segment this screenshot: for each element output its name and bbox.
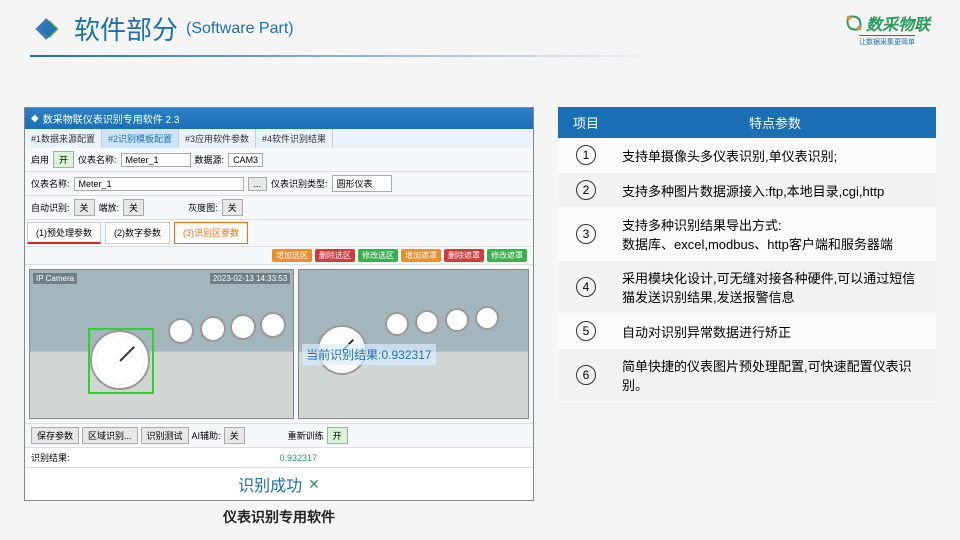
area-recognize-button[interactable]: 区域识别... [82, 427, 138, 444]
toolbar-2: 仪表名称: Meter_1 ... 仪表识别类型: 圆形仪表 [25, 172, 533, 196]
camera-timestamp: 2023-02-13 14:33:53 [210, 273, 290, 284]
row-text: 简单快捷的仪表图片预处理配置,可快速配置仪表识别。 [614, 349, 936, 402]
main-tab[interactable]: #2识别模板配置 [102, 129, 179, 148]
row-number: 4 [558, 261, 614, 314]
datasource-label: 数据源: [195, 153, 225, 166]
gray-toggle[interactable]: 关 [222, 199, 243, 216]
row-number: 6 [558, 349, 614, 402]
main-tab[interactable]: #1数据来源配置 [25, 129, 102, 148]
ai-toggle[interactable]: 关 [224, 427, 245, 444]
auto-toggle[interactable]: 关 [74, 199, 95, 216]
features-column: 项目 特点参数 1支持单摄像头多仪表识别,单仪表识别;2支持多种图片数据源接入:… [558, 107, 936, 533]
main-tab[interactable]: #4软件识别结果 [256, 129, 333, 148]
brand-sub: 让数据采集更简单 [859, 35, 915, 47]
content-row: ◆ 数采物联仪表识别专用软件 2.3 #1数据来源配置#2识别模板配置#3应用软… [0, 57, 960, 533]
meter-name-label-2: 仪表名称: [31, 177, 70, 190]
window-title: 数采物联仪表识别专用软件 2.3 [43, 111, 180, 126]
title-block: 软件部分 (Software Part) [30, 10, 294, 47]
rotate-toggle[interactable]: 关 [123, 199, 144, 216]
table-row: 1支持单摄像头多仪表识别,单仪表识别; [558, 138, 936, 173]
row-number: 1 [558, 138, 614, 173]
auto-label: 自动识别: [31, 201, 70, 214]
table-row: 5自动对识别异常数据进行矫正 [558, 314, 936, 349]
datasource-value[interactable]: CAM3 [228, 153, 263, 167]
ai-label: AI辅助: [192, 429, 221, 442]
retrain-label: 重新训练 [288, 429, 324, 442]
th-item: 项目 [558, 107, 614, 138]
detection-box [88, 328, 154, 394]
camera-right[interactable]: 当前识别结果:0.932317 [298, 269, 529, 419]
window-titlebar: ◆ 数采物联仪表识别专用软件 2.3 [25, 108, 533, 129]
gray-label: 灰度图: [188, 201, 218, 214]
success-banner: 识别成功 ✕ [25, 467, 533, 500]
success-icon: ✕ [308, 476, 320, 493]
region-button[interactable]: 增加遮罩 [401, 249, 441, 262]
slide-header: 软件部分 (Software Part) 数采物联 让数据采集更简单 [0, 0, 960, 55]
meter-name-field[interactable]: Meter_1 [74, 177, 244, 191]
region-button[interactable]: 删除选区 [315, 249, 355, 262]
table-row: 4采用模块化设计,可无缝对接各种硬件,可以通过短信猫发送识别结果,发送报警信息 [558, 261, 936, 314]
result-label: 识别结果: [31, 451, 70, 464]
row-number: 3 [558, 208, 614, 261]
main-tabs: #1数据来源配置#2识别模板配置#3应用软件参数#4软件识别结果 [25, 129, 533, 148]
sub-tab[interactable]: (2)数字参数 [105, 222, 170, 244]
software-column: ◆ 数采物联仪表识别专用软件 2.3 #1数据来源配置#2识别模板配置#3应用软… [24, 107, 534, 533]
row-text: 支持单摄像头多仪表识别,单仪表识别; [614, 138, 936, 173]
save-params-button[interactable]: 保存参数 [31, 427, 79, 444]
sub-tabs: (1)预处理参数(2)数字参数(3)识别区参数 [25, 220, 533, 247]
camera-area: IP Camera 2023-02-13 14:33:53 当前识别结果:0.9… [25, 265, 533, 423]
meter-name-select[interactable]: Meter_1 [121, 153, 191, 167]
main-tab[interactable]: #3应用软件参数 [179, 129, 256, 148]
enable-label: 启用 [31, 153, 49, 166]
result-row: 识别结果: 0.932317 [25, 447, 533, 467]
camera-label: IP Camera [33, 273, 77, 284]
recognition-overlay: 当前识别结果:0.932317 [302, 344, 435, 365]
meter-name-label: 仪表名称: [78, 153, 117, 166]
enable-toggle[interactable]: 开 [53, 151, 74, 168]
region-button[interactable]: 修改遮罩 [487, 249, 527, 262]
row-text: 采用模块化设计,可无缝对接各种硬件,可以通过短信猫发送识别结果,发送报警信息 [614, 261, 936, 314]
diamond-logo-icon [30, 11, 66, 47]
app-icon: ◆ [31, 113, 39, 124]
retrain-toggle[interactable]: 开 [327, 427, 348, 444]
result-value: 0.932317 [70, 453, 527, 463]
browse-button[interactable]: ... [248, 177, 268, 191]
region-button[interactable]: 删除遮罩 [444, 249, 484, 262]
software-caption: 仪表识别专用软件 [24, 501, 534, 533]
sub-tab[interactable]: (3)识别区参数 [174, 222, 248, 244]
bottom-toolbar: 保存参数 区域识别... 识别测试 AI辅助: 关 重新训练 开 [25, 423, 533, 447]
row-text: 支持多种识别结果导出方式: 数据库、excel,modbus、http客户端和服… [614, 208, 936, 261]
toolbar-1: 启用 开 仪表名称: Meter_1 数据源: CAM3 [25, 148, 533, 172]
table-row: 6简单快捷的仪表图片预处理配置,可快速配置仪表识别。 [558, 349, 936, 402]
sub-tab[interactable]: (1)预处理参数 [27, 222, 101, 244]
brand-icon [844, 13, 864, 33]
type-label: 仪表识别类型: [271, 177, 328, 190]
features-table: 项目 特点参数 1支持单摄像头多仪表识别,单仪表识别;2支持多种图片数据源接入:… [558, 107, 936, 402]
row-number: 2 [558, 173, 614, 208]
row-text: 支持多种图片数据源接入:ftp,本地目录,cgi,http [614, 173, 936, 208]
region-buttons: 增加选区删除选区修改选区增加遮罩删除遮罩修改遮罩 [25, 247, 533, 265]
brand-logo: 数采物联 让数据采集更简单 [844, 11, 930, 47]
region-button[interactable]: 增加选区 [272, 249, 312, 262]
region-button[interactable]: 修改选区 [358, 249, 398, 262]
brand-text: 数采物联 [866, 11, 930, 35]
title-cn: 软件部分 [74, 10, 178, 47]
table-row: 3支持多种识别结果导出方式: 数据库、excel,modbus、http客户端和… [558, 208, 936, 261]
title-en: (Software Part) [186, 20, 294, 38]
camera-left[interactable]: IP Camera 2023-02-13 14:33:53 [29, 269, 294, 419]
type-select[interactable]: 圆形仪表 [332, 175, 392, 192]
row-number: 5 [558, 314, 614, 349]
table-row: 2支持多种图片数据源接入:ftp,本地目录,cgi,http [558, 173, 936, 208]
th-feature: 特点参数 [614, 107, 936, 138]
rotate-label: 端放: [99, 201, 120, 214]
software-window: ◆ 数采物联仪表识别专用软件 2.3 #1数据来源配置#2识别模板配置#3应用软… [24, 107, 534, 501]
row-text: 自动对识别异常数据进行矫正 [614, 314, 936, 349]
success-text: 识别成功 [238, 472, 302, 496]
toolbar-3: 自动识别: 关 端放: 关 灰度图: 关 [25, 196, 533, 220]
test-button[interactable]: 识别测试 [141, 427, 189, 444]
